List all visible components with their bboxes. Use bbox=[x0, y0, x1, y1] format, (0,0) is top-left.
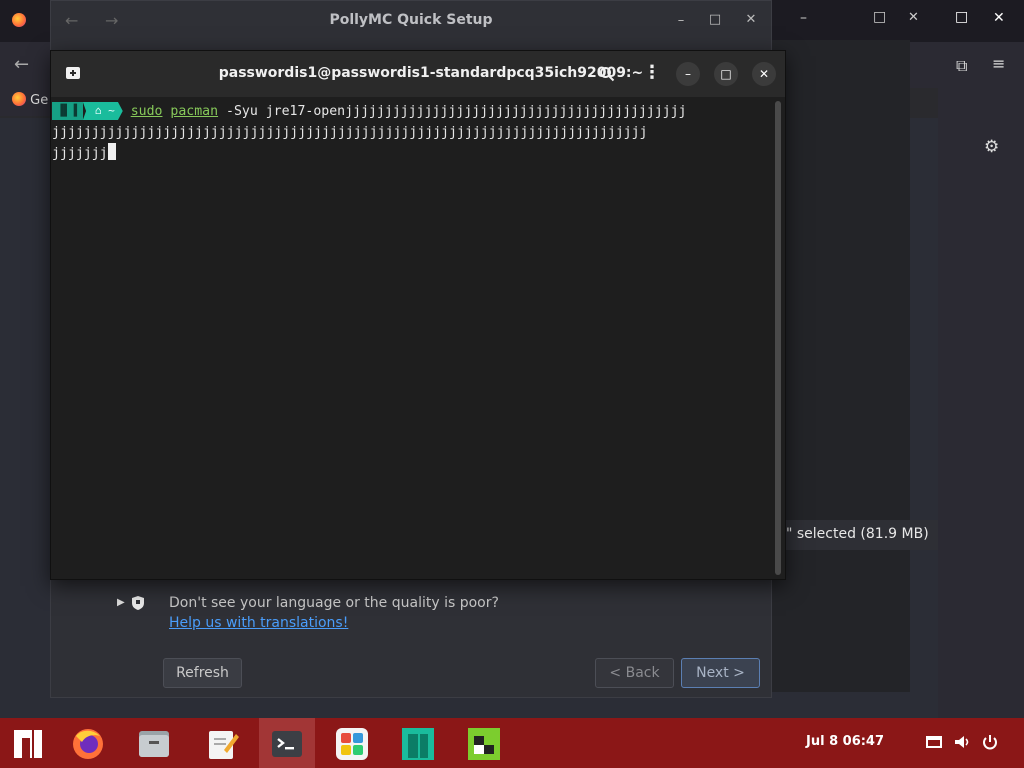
extensions-icon[interactable]: ⧉ bbox=[956, 56, 967, 76]
window-close-icon[interactable]: ✕ bbox=[993, 10, 1005, 26]
kebab-menu-icon[interactable]: ⋮ bbox=[643, 63, 661, 83]
manjaro-menu-icon[interactable] bbox=[10, 726, 46, 762]
search-icon[interactable] bbox=[599, 66, 615, 82]
window-maximize-icon[interactable]: □ bbox=[714, 62, 738, 86]
file-manager-icon[interactable] bbox=[136, 726, 172, 762]
terminal-line: jjjjjjjjjjjjjjjjjjjjjjjjjjjjjjjjjjjjjjjj… bbox=[52, 125, 648, 140]
window-maximize-icon[interactable]: □ bbox=[955, 9, 968, 25]
taskbar: Jul 8 06:47 bbox=[0, 718, 1024, 768]
refresh-button[interactable]: Refresh bbox=[163, 658, 242, 688]
bookmark-label: Ge bbox=[30, 93, 49, 108]
browser-side-panel: ⧉ ≡ ⚙ bbox=[938, 42, 1024, 718]
taskbar-clock[interactable]: Jul 8 06:47 bbox=[806, 734, 884, 749]
terminal-icon[interactable] bbox=[269, 726, 305, 762]
bookmark-item[interactable]: Ge bbox=[0, 88, 50, 116]
next-button[interactable]: Next > bbox=[681, 658, 760, 688]
firefox-icon[interactable] bbox=[70, 726, 106, 762]
shield-icon bbox=[132, 596, 144, 610]
translations-link[interactable]: Help us with translations! bbox=[169, 615, 348, 631]
terminal-line: ▐▌▐ ⌂ ~ sudo pacman -Syu jre17-openjjjjjj… bbox=[52, 101, 773, 122]
expander-arrow-icon[interactable]: ▶ bbox=[117, 597, 125, 608]
terminal-titlebar: passwordis1@passwordis1-standardpcq35ich… bbox=[51, 51, 785, 97]
prompt-path: ⌂ ~ bbox=[82, 102, 123, 120]
display-icon[interactable] bbox=[924, 732, 944, 752]
setup-titlebar: ← → PollyMC Quick Setup – □ ✕ bbox=[51, 1, 771, 41]
window-minimize-icon[interactable]: – bbox=[671, 11, 691, 31]
window-maximize-icon[interactable]: □ bbox=[873, 9, 886, 25]
language-note: Don't see your language or the quality i… bbox=[169, 595, 499, 611]
new-tab-icon[interactable] bbox=[65, 66, 81, 80]
command-sudo: sudo bbox=[130, 104, 163, 119]
software-store-icon[interactable] bbox=[334, 726, 370, 762]
distro-logo-icon: ▐▌▐ bbox=[52, 102, 83, 120]
menu-icon[interactable]: ≡ bbox=[992, 54, 1005, 73]
terminal-window: passwordis1@passwordis1-standardpcq35ich… bbox=[50, 50, 786, 580]
volume-icon[interactable] bbox=[952, 732, 972, 752]
terminal-scrollbar[interactable] bbox=[775, 101, 781, 575]
window-close-icon[interactable]: ✕ bbox=[908, 10, 919, 25]
terminal-line: jjjjjjj bbox=[52, 143, 773, 164]
window-close-icon[interactable]: ✕ bbox=[741, 10, 761, 30]
terminal-output[interactable]: ▐▌▐ ⌂ ~ sudo pacman -Syu jre17-openjjjjjj… bbox=[51, 97, 773, 579]
power-icon[interactable] bbox=[980, 732, 1000, 752]
home-icon: ⌂ bbox=[94, 104, 109, 117]
text-editor-icon[interactable] bbox=[204, 726, 240, 762]
minecraft-launcher-icon[interactable] bbox=[466, 726, 502, 762]
back-button[interactable]: < Back bbox=[595, 658, 674, 688]
window-maximize-icon[interactable]: □ bbox=[705, 10, 725, 30]
command-pacman: pacman bbox=[170, 104, 219, 119]
firefox-icon bbox=[12, 13, 26, 27]
window-minimize-icon[interactable]: – bbox=[800, 10, 807, 26]
selection-status: " selected (81.9 MB) bbox=[776, 520, 938, 550]
text-cursor bbox=[107, 143, 116, 160]
gear-icon[interactable]: ⚙ bbox=[984, 137, 999, 157]
command-args: -Syu jre17-openjjjjjjjjjjjjjjjjjjjjjjjjj… bbox=[218, 104, 687, 119]
setup-title: PollyMC Quick Setup bbox=[329, 12, 493, 28]
manjaro-settings-icon[interactable] bbox=[400, 726, 436, 762]
firefox-icon bbox=[12, 92, 26, 106]
window-close-icon[interactable]: ✕ bbox=[752, 62, 776, 86]
back-arrow-icon[interactable]: ← bbox=[14, 54, 29, 75]
window-minimize-icon[interactable]: – bbox=[676, 62, 700, 86]
